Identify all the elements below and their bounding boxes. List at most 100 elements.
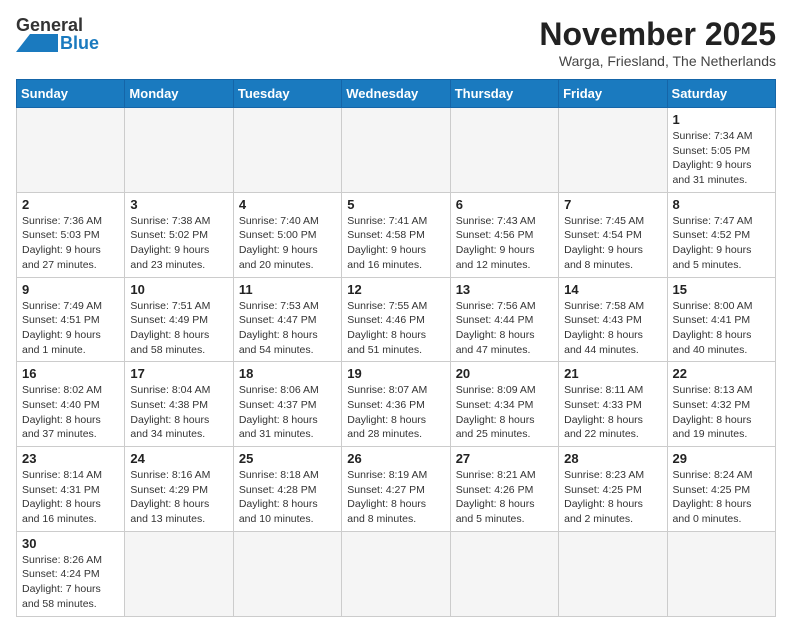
table-row: 2 Sunrise: 7:36 AMSunset: 5:03 PMDaylight… [17, 192, 125, 277]
table-row: 5 Sunrise: 7:41 AMSunset: 4:58 PMDaylight… [342, 192, 450, 277]
day-number: 5 [347, 197, 444, 212]
day-info: Sunrise: 7:34 AMSunset: 5:05 PMDaylight:… [673, 129, 770, 188]
day-info: Sunrise: 7:41 AMSunset: 4:58 PMDaylight:… [347, 214, 444, 273]
table-row: 9 Sunrise: 7:49 AMSunset: 4:51 PMDaylight… [17, 277, 125, 362]
day-number: 25 [239, 451, 336, 466]
week-row-3: 9 Sunrise: 7:49 AMSunset: 4:51 PMDaylight… [17, 277, 776, 362]
table-row [559, 108, 667, 193]
table-row: 30 Sunrise: 8:26 AMSunset: 4:24 PMDayligh… [17, 531, 125, 616]
weekday-header-row: Sunday Monday Tuesday Wednesday Thursday… [17, 80, 776, 108]
week-row-4: 16 Sunrise: 8:02 AMSunset: 4:40 PMDayligh… [17, 362, 776, 447]
day-number: 19 [347, 366, 444, 381]
table-row: 20 Sunrise: 8:09 AMSunset: 4:34 PMDayligh… [450, 362, 558, 447]
logo-text-general: General [16, 16, 83, 34]
day-info: Sunrise: 7:38 AMSunset: 5:02 PMDaylight:… [130, 214, 227, 273]
header-friday: Friday [559, 80, 667, 108]
day-info: Sunrise: 8:19 AMSunset: 4:27 PMDaylight:… [347, 468, 444, 527]
day-number: 2 [22, 197, 119, 212]
table-row: 14 Sunrise: 7:58 AMSunset: 4:43 PMDayligh… [559, 277, 667, 362]
day-number: 3 [130, 197, 227, 212]
day-info: Sunrise: 7:45 AMSunset: 4:54 PMDaylight:… [564, 214, 661, 273]
day-number: 18 [239, 366, 336, 381]
day-number: 20 [456, 366, 553, 381]
day-number: 12 [347, 282, 444, 297]
day-info: Sunrise: 8:02 AMSunset: 4:40 PMDaylight:… [22, 383, 119, 442]
table-row [342, 108, 450, 193]
day-number: 11 [239, 282, 336, 297]
header-sunday: Sunday [17, 80, 125, 108]
table-row [667, 531, 775, 616]
table-row: 1 Sunrise: 7:34 AMSunset: 5:05 PMDaylight… [667, 108, 775, 193]
table-row: 27Sunrise: 8:21 AMSunset: 4:26 PMDayligh… [450, 447, 558, 532]
day-info: Sunrise: 7:43 AMSunset: 4:56 PMDaylight:… [456, 214, 553, 273]
table-row: 29Sunrise: 8:24 AMSunset: 4:25 PMDayligh… [667, 447, 775, 532]
table-row: 25Sunrise: 8:18 AMSunset: 4:28 PMDayligh… [233, 447, 341, 532]
day-info: Sunrise: 8:11 AMSunset: 4:33 PMDaylight:… [564, 383, 661, 442]
table-row: 21Sunrise: 8:11 AMSunset: 4:33 PMDayligh… [559, 362, 667, 447]
day-info: Sunrise: 8:09 AMSunset: 4:34 PMDaylight:… [456, 383, 553, 442]
day-info: Sunrise: 7:36 AMSunset: 5:03 PMDaylight:… [22, 214, 119, 273]
table-row: 16 Sunrise: 8:02 AMSunset: 4:40 PMDayligh… [17, 362, 125, 447]
day-info: Sunrise: 8:04 AMSunset: 4:38 PMDaylight:… [130, 383, 227, 442]
logo: General Blue [16, 16, 99, 52]
day-number: 30 [22, 536, 119, 551]
table-row: 7 Sunrise: 7:45 AMSunset: 4:54 PMDaylight… [559, 192, 667, 277]
day-info: Sunrise: 8:00 AMSunset: 4:41 PMDaylight:… [673, 299, 770, 358]
day-info: Sunrise: 8:16 AMSunset: 4:29 PMDaylight:… [130, 468, 227, 527]
table-row: 8 Sunrise: 7:47 AMSunset: 4:52 PMDaylight… [667, 192, 775, 277]
table-row: 12 Sunrise: 7:55 AMSunset: 4:46 PMDayligh… [342, 277, 450, 362]
day-info: Sunrise: 8:07 AMSunset: 4:36 PMDaylight:… [347, 383, 444, 442]
header-monday: Monday [125, 80, 233, 108]
calendar-table: Sunday Monday Tuesday Wednesday Thursday… [16, 79, 776, 617]
day-number: 1 [673, 112, 770, 127]
table-row: 22 Sunrise: 8:13 AMSunset: 4:32 PMDayligh… [667, 362, 775, 447]
week-row-6: 30 Sunrise: 8:26 AMSunset: 4:24 PMDayligh… [17, 531, 776, 616]
header-thursday: Thursday [450, 80, 558, 108]
table-row [233, 531, 341, 616]
table-row [233, 108, 341, 193]
day-number: 4 [239, 197, 336, 212]
table-row: 19 Sunrise: 8:07 AMSunset: 4:36 PMDayligh… [342, 362, 450, 447]
page-header: General Blue November 2025 Warga, Friesl… [16, 16, 776, 69]
header-tuesday: Tuesday [233, 80, 341, 108]
day-info: Sunrise: 8:26 AMSunset: 4:24 PMDaylight:… [22, 553, 119, 612]
header-wednesday: Wednesday [342, 80, 450, 108]
table-row: 23Sunrise: 8:14 AMSunset: 4:31 PMDayligh… [17, 447, 125, 532]
table-row [450, 108, 558, 193]
day-info: Sunrise: 7:58 AMSunset: 4:43 PMDaylight:… [564, 299, 661, 358]
table-row: 4 Sunrise: 7:40 AMSunset: 5:00 PMDaylight… [233, 192, 341, 277]
table-row: 6 Sunrise: 7:43 AMSunset: 4:56 PMDaylight… [450, 192, 558, 277]
day-info: Sunrise: 7:53 AMSunset: 4:47 PMDaylight:… [239, 299, 336, 358]
day-number: 7 [564, 197, 661, 212]
week-row-1: 1 Sunrise: 7:34 AMSunset: 5:05 PMDaylight… [17, 108, 776, 193]
day-info: Sunrise: 7:49 AMSunset: 4:51 PMDaylight:… [22, 299, 119, 358]
day-number: 16 [22, 366, 119, 381]
week-row-2: 2 Sunrise: 7:36 AMSunset: 5:03 PMDaylight… [17, 192, 776, 277]
day-number: 6 [456, 197, 553, 212]
day-number: 22 [673, 366, 770, 381]
day-info: Sunrise: 7:56 AMSunset: 4:44 PMDaylight:… [456, 299, 553, 358]
table-row: 13Sunrise: 7:56 AMSunset: 4:44 PMDayligh… [450, 277, 558, 362]
day-info: Sunrise: 7:40 AMSunset: 5:00 PMDaylight:… [239, 214, 336, 273]
week-row-5: 23Sunrise: 8:14 AMSunset: 4:31 PMDayligh… [17, 447, 776, 532]
day-info: Sunrise: 8:23 AMSunset: 4:25 PMDaylight:… [564, 468, 661, 527]
location-subtitle: Warga, Friesland, The Netherlands [539, 53, 776, 69]
day-info: Sunrise: 8:06 AMSunset: 4:37 PMDaylight:… [239, 383, 336, 442]
day-info: Sunrise: 7:55 AMSunset: 4:46 PMDaylight:… [347, 299, 444, 358]
day-number: 8 [673, 197, 770, 212]
day-info: Sunrise: 8:13 AMSunset: 4:32 PMDaylight:… [673, 383, 770, 442]
day-info: Sunrise: 8:14 AMSunset: 4:31 PMDaylight:… [22, 468, 119, 527]
table-row [125, 108, 233, 193]
table-row: 11 Sunrise: 7:53 AMSunset: 4:47 PMDayligh… [233, 277, 341, 362]
table-row [17, 108, 125, 193]
table-row: 24Sunrise: 8:16 AMSunset: 4:29 PMDayligh… [125, 447, 233, 532]
day-number: 17 [130, 366, 227, 381]
table-row [450, 531, 558, 616]
day-number: 9 [22, 282, 119, 297]
header-saturday: Saturday [667, 80, 775, 108]
day-info: Sunrise: 7:47 AMSunset: 4:52 PMDaylight:… [673, 214, 770, 273]
day-number: 14 [564, 282, 661, 297]
day-number: 27 [456, 451, 553, 466]
table-row: 17 Sunrise: 8:04 AMSunset: 4:38 PMDayligh… [125, 362, 233, 447]
table-row [559, 531, 667, 616]
